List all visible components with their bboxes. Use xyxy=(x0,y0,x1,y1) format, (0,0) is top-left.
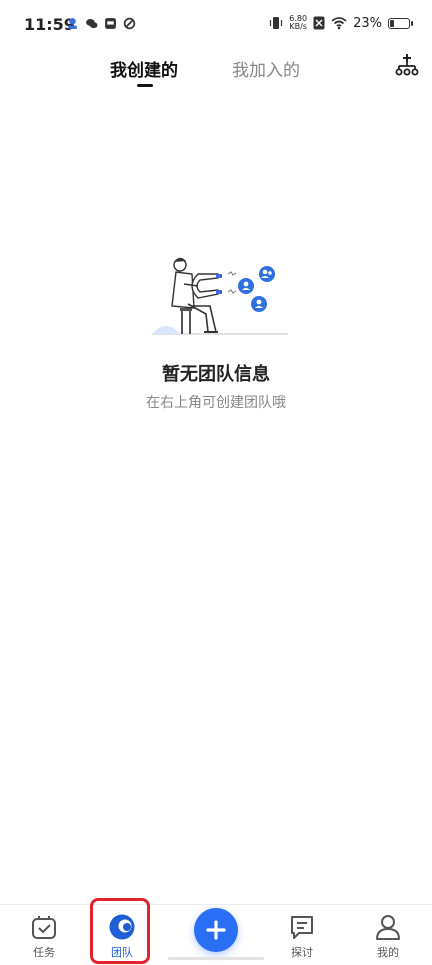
app-notification-icon xyxy=(68,18,77,29)
nav-label-tasks: 任务 xyxy=(33,946,55,959)
status-bar: 11:59 6.80 KB/s 23% xyxy=(0,0,432,52)
plus-icon xyxy=(206,920,226,940)
inbox-icon xyxy=(105,18,116,29)
create-team-icon[interactable] xyxy=(394,52,420,78)
wechat-icon xyxy=(86,18,98,29)
active-tab-indicator xyxy=(137,84,153,87)
nav-label-me: 我的 xyxy=(377,946,399,959)
team-tabs: 我创建的 我加入的 xyxy=(0,56,432,92)
home-indicator xyxy=(168,957,264,960)
empty-state-subtitle: 在右上角可创建团队哦 xyxy=(146,395,286,411)
nav-label-discuss: 探讨 xyxy=(291,946,313,959)
team-highlight-box xyxy=(90,898,150,964)
no-sim-icon xyxy=(313,16,325,30)
nav-item-discuss[interactable]: 探讨 xyxy=(272,905,332,965)
vibrate-icon xyxy=(270,17,283,29)
sync-icon xyxy=(123,17,136,30)
speed-unit: KB/s xyxy=(289,22,307,31)
empty-state-title: 暂无团队信息 xyxy=(162,364,270,385)
network-speed: 6.80 KB/s xyxy=(289,15,307,31)
add-button[interactable] xyxy=(194,908,238,952)
battery-percent: 23% xyxy=(353,15,382,31)
nav-item-tasks[interactable]: 任务 xyxy=(14,905,74,965)
tab-created[interactable]: 我创建的 xyxy=(110,56,178,81)
profile-icon xyxy=(376,915,400,940)
empty-team-illustration xyxy=(152,257,288,335)
tab-joined[interactable]: 我加入的 xyxy=(232,56,300,81)
notification-icons xyxy=(66,17,136,30)
task-icon xyxy=(32,916,56,939)
discuss-icon xyxy=(291,916,313,939)
nav-item-me[interactable]: 我的 xyxy=(358,905,418,965)
wifi-icon xyxy=(331,17,347,30)
status-right: 6.80 KB/s 23% xyxy=(269,15,413,31)
battery-icon xyxy=(388,17,413,29)
